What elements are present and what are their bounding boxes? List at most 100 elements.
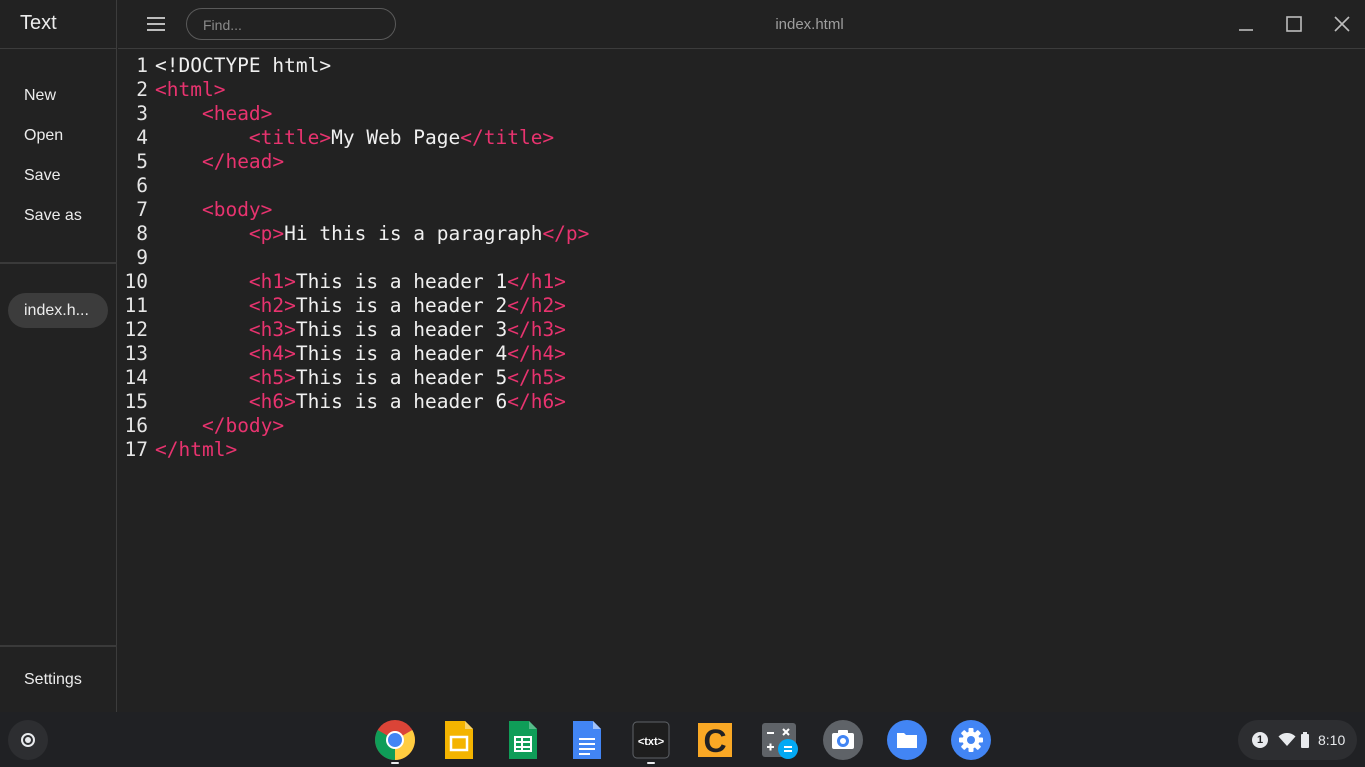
text-token: This is a header 2	[295, 294, 508, 317]
html-tag-token: </html>	[155, 438, 238, 461]
sidebar-divider	[0, 645, 117, 647]
code-content: <h1>This is a header 1</h1>	[155, 270, 566, 294]
sidebar: Text New Open Save Save as index.h... Se…	[0, 0, 117, 712]
line-number: 3	[136, 102, 148, 125]
text-token: Hi this is a paragraph	[284, 222, 543, 245]
html-tag-token: </h3>	[507, 318, 566, 341]
line-number: 9	[136, 246, 148, 269]
html-tag-token: </h5>	[507, 366, 566, 389]
line-number: 15	[124, 390, 148, 413]
sidebar-divider	[0, 48, 117, 49]
code-content: <head>	[155, 102, 272, 126]
text-editor-icon-label: <txt>	[638, 736, 664, 748]
text-token: This is a header 3	[295, 318, 508, 341]
camera-icon[interactable]	[823, 720, 863, 760]
html-tag-token: <p>	[248, 222, 285, 245]
battery-icon	[1301, 732, 1309, 748]
text-app-window: Text New Open Save Save as index.h... Se…	[0, 0, 1365, 712]
settings-icon[interactable]	[951, 720, 991, 760]
search-input[interactable]	[203, 15, 383, 35]
active-indicator	[391, 762, 399, 764]
html-tag-token: <title>	[248, 126, 332, 149]
save-as-button[interactable]: Save as	[24, 207, 82, 225]
line-number: 13	[124, 342, 148, 365]
code-content: <h2>This is a header 2</h2>	[155, 294, 566, 318]
html-tag-token: <h6>	[248, 390, 296, 413]
html-tag-token: </body>	[201, 414, 285, 437]
settings-button[interactable]: Settings	[24, 671, 82, 689]
html-tag-token: <h1>	[248, 270, 296, 293]
html-tag-token: <h4>	[248, 342, 296, 365]
caret-editor-icon[interactable]: C	[695, 720, 735, 760]
html-tag-token: </h6>	[507, 390, 566, 413]
code-content: <h3>This is a header 3</h3>	[155, 318, 566, 342]
line-number: 7	[136, 198, 148, 221]
line-number: 1	[136, 54, 148, 77]
code-content: <p>Hi this is a paragraph</p>	[155, 222, 589, 246]
files-icon[interactable]	[887, 720, 927, 760]
text-token: This is a header 4	[295, 342, 508, 365]
html-tag-token: <h2>	[248, 294, 296, 317]
code-content: </html>	[155, 438, 237, 462]
code-editor[interactable]: 1 <!DOCTYPE html> 2 <html> 3 <head> 4 <title>…	[118, 50, 1365, 712]
text-editor-icon[interactable]: <txt>	[631, 720, 671, 760]
open-file-button[interactable]: Open	[24, 127, 63, 145]
minimize-icon[interactable]	[1234, 12, 1258, 36]
open-file-tab[interactable]: index.h...	[8, 293, 108, 328]
line-number: 10	[124, 270, 148, 293]
notification-count-badge: 1	[1252, 732, 1268, 748]
text-token: My Web Page	[331, 126, 461, 149]
line-number: 8	[136, 222, 148, 245]
code-content: </body>	[155, 414, 284, 438]
close-icon[interactable]	[1330, 12, 1354, 36]
status-tray[interactable]: 1 8:10	[1238, 720, 1357, 760]
html-tag-token: <h5>	[248, 366, 296, 389]
html-tag-token: </h2>	[507, 294, 566, 317]
chrome-icon[interactable]	[375, 720, 415, 760]
wifi-icon	[1278, 733, 1296, 746]
sidebar-divider	[0, 262, 117, 264]
shelf-taskbar: <txt> C 1 8:10	[0, 712, 1365, 767]
caret-editor-icon-label: C	[703, 723, 726, 759]
header-bar: index.html	[118, 0, 1365, 49]
new-file-button[interactable]: New	[24, 87, 56, 105]
code-content: <body>	[155, 198, 272, 222]
html-tag-token: <html>	[155, 78, 226, 101]
code-content: <h4>This is a header 4</h4>	[155, 342, 566, 366]
search-box	[186, 8, 396, 40]
calculator-icon[interactable]	[759, 720, 799, 760]
text-token: <!DOCTYPE html>	[155, 54, 332, 77]
html-tag-token: <h3>	[248, 318, 296, 341]
html-tag-token: </head>	[201, 150, 285, 173]
html-tag-token: </title>	[460, 126, 555, 149]
slides-icon[interactable]	[439, 720, 479, 760]
line-number: 5	[136, 150, 148, 173]
html-tag-token: <head>	[201, 102, 273, 125]
app-title: Text	[20, 12, 57, 34]
code-content: <title>My Web Page</title>	[155, 126, 554, 150]
line-number: 4	[136, 126, 148, 149]
code-content: <h5>This is a header 5</h5>	[155, 366, 566, 390]
line-number: 16	[124, 414, 148, 437]
code-content: </head>	[155, 150, 284, 174]
line-number: 17	[124, 438, 148, 461]
sheets-icon[interactable]	[503, 720, 543, 760]
active-indicator	[647, 762, 655, 764]
html-tag-token: </p>	[542, 222, 590, 245]
menu-hamburger-icon[interactable]	[147, 16, 167, 32]
save-button[interactable]: Save	[24, 167, 60, 185]
code-content: <h6>This is a header 6</h6>	[155, 390, 566, 414]
docs-icon[interactable]	[567, 720, 607, 760]
text-token: This is a header 6	[295, 390, 508, 413]
html-tag-token: </h4>	[507, 342, 566, 365]
maximize-icon[interactable]	[1282, 12, 1306, 36]
code-content: <!DOCTYPE html>	[155, 54, 331, 78]
text-token: This is a header 5	[295, 366, 508, 389]
clock: 8:10	[1318, 732, 1346, 748]
line-number: 6	[136, 174, 148, 197]
line-number: 2	[136, 78, 148, 101]
text-token: This is a header 1	[295, 270, 508, 293]
launcher-button[interactable]	[8, 720, 48, 760]
line-number: 12	[124, 318, 148, 341]
line-number: 11	[124, 294, 148, 317]
